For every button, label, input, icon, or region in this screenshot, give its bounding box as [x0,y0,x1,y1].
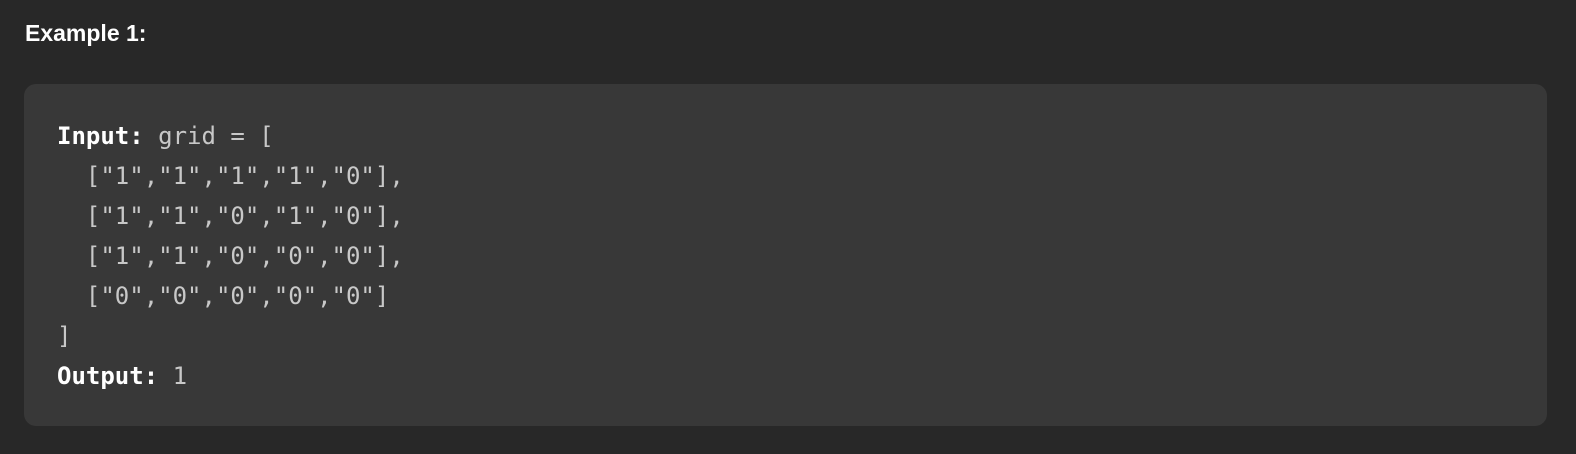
input-value-close: ] [57,322,72,350]
example-heading: Example 1: [25,20,147,46]
output-value: 1 [158,362,188,390]
grid-row: ["1","1","0","0","0"], [57,242,404,270]
input-label: Input: [57,122,144,150]
grid-row: ["1","1","0","1","0"], [57,202,404,230]
input-value-open: grid = [ [143,122,274,150]
output-label: Output: [57,362,159,390]
example-code-block: Input: grid = [ ["1","1","1","1","0"], [… [24,84,1547,426]
grid-row: ["0","0","0","0","0"] [57,282,390,310]
grid-row: ["1","1","1","1","0"], [57,162,404,190]
example-code-text: Input: grid = [ ["1","1","1","1","0"], [… [57,116,1547,396]
